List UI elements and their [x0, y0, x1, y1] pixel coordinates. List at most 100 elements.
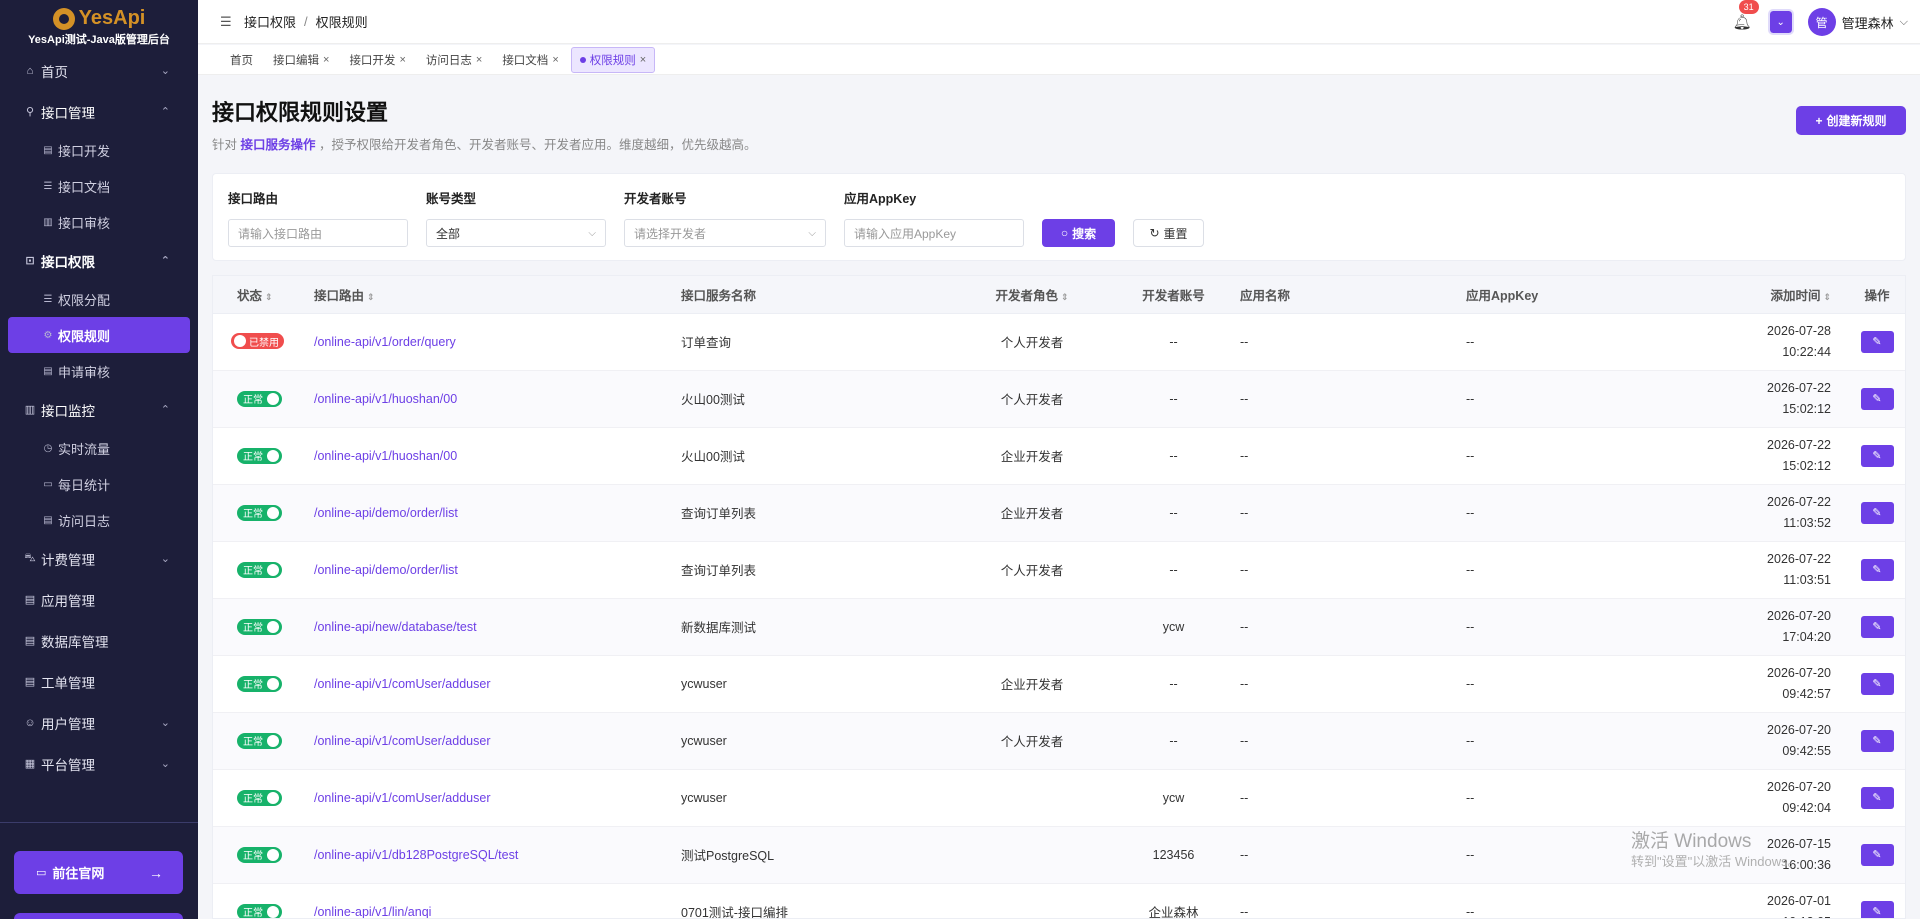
status-toggle[interactable]: 正常 — [237, 390, 282, 407]
sort-icon[interactable]: ⇕ — [265, 292, 273, 302]
route-input[interactable]: 请输入接口路由 — [228, 219, 408, 247]
account-type-select[interactable]: 全部 ⌵ — [426, 219, 606, 247]
chevron-down-icon[interactable]: ⌵ — [1900, 16, 1908, 29]
route-cell[interactable]: /online-api/v1/order/query — [314, 313, 681, 371]
sidebar-group-item-0[interactable]: ⌂ 首页 ⌄ — [0, 50, 198, 91]
edit-icon[interactable]: ✎ — [1860, 900, 1894, 918]
sidebar-sub-item-6[interactable]: ☰ 权限分配 — [0, 281, 198, 317]
menu-fold-icon[interactable]: ☰ — [220, 14, 234, 30]
table-row: 正常/online-api/v1/huoshan/00 火山00测试 个人开发者 --… — [213, 370, 1905, 428]
close-icon[interactable]: × — [552, 54, 558, 66]
secondary-button[interactable] — [14, 913, 183, 919]
edit-icon[interactable]: ✎ — [1860, 444, 1894, 467]
route-cell[interactable]: /online-api/v1/db128PostgreSQL/test — [314, 826, 681, 884]
sidebar-group-item-5[interactable]: ⊡ 接口权限 ⌃ — [0, 240, 198, 281]
sidebar-group-item-16[interactable]: ▤ 工单管理 — [0, 661, 198, 702]
sidebar-sub-item-7[interactable]: ⚙ 权限规则 — [8, 317, 190, 353]
sidebar-sub-item-4[interactable]: ▥ 接口审核 — [0, 204, 198, 240]
lock-icon: ⊡ — [25, 255, 35, 267]
status-cell: 正常 — [213, 826, 314, 884]
sidebar-sub-item-3[interactable]: ☰ 接口文档 — [0, 168, 198, 204]
sidebar-group-item-15[interactable]: ▤ 数据库管理 — [0, 620, 198, 661]
column-header-1[interactable]: 接口路由 ⇕ — [314, 276, 681, 314]
service-name-cell: ycwuser — [681, 712, 957, 770]
route-cell[interactable]: /online-api/v1/lin/anqi — [314, 883, 681, 918]
close-icon[interactable]: × — [640, 54, 646, 66]
sidebar-group-item-1[interactable]: ⚲ 接口管理 ⌃ — [0, 91, 198, 132]
column-header-0[interactable]: 状态 ⇕ — [213, 276, 314, 314]
developer-select[interactable]: 请选择开发者 ⌵ — [624, 219, 826, 247]
tab-2[interactable]: 接口开发 × — [341, 48, 413, 72]
create-rule-button[interactable]: + 创建新规则 — [1796, 106, 1906, 135]
go-site-button[interactable]: ▭ 前往官网 → — [14, 851, 183, 894]
tab-0[interactable]: 首页 — [222, 48, 261, 72]
close-icon[interactable]: × — [399, 54, 405, 66]
route-cell[interactable]: /online-api/v1/comUser/adduser — [314, 655, 681, 713]
dropdown-toggle-icon[interactable]: ⌄ — [1767, 9, 1794, 35]
sort-icon[interactable]: ⇕ — [1823, 292, 1831, 302]
avatar[interactable]: 管 — [1807, 8, 1836, 36]
sidebar-item-label: 权限分配 — [58, 292, 111, 308]
status-toggle[interactable]: 正常 — [237, 846, 282, 863]
sidebar-group-item-13[interactable]: ⛍ 计费管理 ⌄ — [0, 538, 198, 579]
edit-icon[interactable]: ✎ — [1860, 615, 1894, 638]
edit-icon[interactable]: ✎ — [1860, 786, 1894, 809]
edit-icon[interactable]: ✎ — [1860, 843, 1894, 866]
edit-icon[interactable]: ✎ — [1860, 330, 1894, 353]
added-date: 2026-07-20 — [1767, 722, 1831, 737]
sidebar-sub-item-12[interactable]: ▤ 访问日志 — [0, 502, 198, 538]
tab-5[interactable]: 权限规则 × — [570, 46, 656, 73]
route-cell[interactable]: /online-api/demo/order/list — [314, 484, 681, 542]
sidebar-sub-item-2[interactable]: ▤ 接口开发 — [0, 132, 198, 168]
edit-icon[interactable]: ✎ — [1860, 387, 1894, 410]
developer-role-cell: 个人开发者 — [957, 313, 1107, 371]
reset-button[interactable]: ↻ 重置 — [1133, 219, 1204, 247]
logo[interactable]: YesApi YesApi测试-Java版管理后台 — [0, 0, 198, 50]
column-header-3[interactable]: 开发者角色 ⇕ — [957, 276, 1107, 314]
sidebar-sub-item-8[interactable]: ▤ 申请审核 — [0, 353, 198, 389]
edit-icon[interactable]: ✎ — [1860, 558, 1894, 581]
route-cell[interactable]: /online-api/new/database/test — [314, 598, 681, 656]
route-cell[interactable]: /online-api/v1/comUser/adduser — [314, 769, 681, 827]
sidebar-sub-item-10[interactable]: ◷ 实时流量 — [0, 430, 198, 466]
sort-icon[interactable]: ⇕ — [367, 292, 375, 302]
sidebar-sub-item-11[interactable]: ▭ 每日统计 — [0, 466, 198, 502]
status-toggle[interactable]: 正常 — [237, 789, 282, 806]
status-toggle[interactable]: 正常 — [237, 447, 282, 464]
search-button[interactable]: ○ 搜索 — [1042, 219, 1115, 247]
status-toggle[interactable]: 正常 — [237, 618, 282, 635]
table-row: 正常/online-api/new/database/test 新数据库测试 ycw… — [213, 598, 1905, 656]
edit-icon[interactable]: ✎ — [1860, 501, 1894, 524]
sidebar-group-item-17[interactable]: ☺ 用户管理 ⌄ — [0, 702, 198, 743]
bell-icon[interactable]: 🔔︎ 31 — [1733, 0, 1759, 31]
status-toggle[interactable]: 正常 — [237, 903, 282, 918]
appkey-input[interactable]: 请输入应用AppKey — [844, 219, 1024, 247]
status-toggle[interactable]: 已禁用 — [231, 333, 284, 349]
page-description: 针对 接口服务操作 ，授予权限给开发者角色、开发者账号、开发者应用。维度越细，优… — [212, 134, 757, 153]
close-icon[interactable]: × — [476, 54, 482, 66]
tab-4[interactable]: 接口文档 × — [494, 48, 566, 72]
sidebar-group-item-18[interactable]: ▦ 平台管理 ⌄ — [0, 743, 198, 784]
sidebar-item-label: 接口管理 — [41, 105, 95, 121]
sidebar-group-item-9[interactable]: ▥ 接口监控 ⌃ — [0, 389, 198, 430]
close-icon[interactable]: × — [323, 54, 329, 66]
breadcrumb-item-1[interactable]: 接口权限 — [244, 12, 296, 31]
status-toggle[interactable]: 正常 — [237, 561, 282, 578]
doc-icon: ▤ — [24, 594, 36, 606]
route-cell[interactable]: /online-api/v1/huoshan/00 — [314, 427, 681, 485]
status-toggle[interactable]: 正常 — [237, 675, 282, 692]
route-cell[interactable]: /online-api/v1/huoshan/00 — [314, 370, 681, 428]
edit-icon[interactable]: ✎ — [1860, 729, 1894, 752]
column-header-7[interactable]: 添加时间 ⇕ — [1702, 276, 1847, 314]
route-cell[interactable]: /online-api/v1/comUser/adduser — [314, 712, 681, 770]
sort-icon[interactable]: ⇕ — [1061, 292, 1069, 302]
column-header-label: 应用AppKey — [1466, 288, 1539, 303]
user-name[interactable]: 管理森林 — [1842, 13, 1894, 32]
tab-3[interactable]: 访问日志 × — [418, 48, 490, 72]
status-toggle[interactable]: 正常 — [237, 732, 282, 749]
edit-icon[interactable]: ✎ — [1860, 672, 1894, 695]
route-cell[interactable]: /online-api/demo/order/list — [314, 541, 681, 599]
sidebar-group-item-14[interactable]: ▤ 应用管理 — [0, 579, 198, 620]
status-toggle[interactable]: 正常 — [237, 504, 282, 521]
tab-1[interactable]: 接口编辑 × — [265, 48, 337, 72]
